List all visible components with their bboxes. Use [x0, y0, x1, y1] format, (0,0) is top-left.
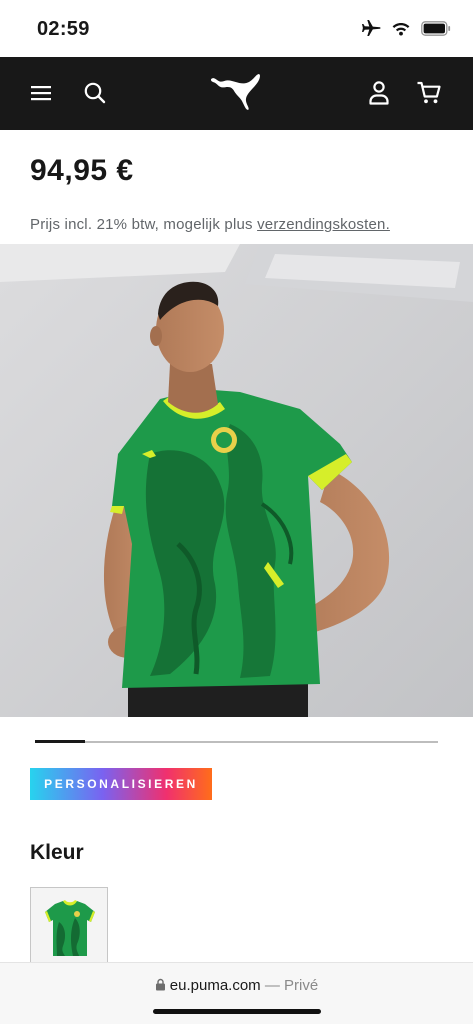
- search-button[interactable]: [81, 79, 109, 107]
- price-note: Prijs incl. 21% btw, mogelijk plus verze…: [30, 216, 390, 233]
- home-indicator[interactable]: [153, 1009, 321, 1014]
- lock-icon: [155, 978, 165, 991]
- shipping-costs-link[interactable]: verzendingskosten.: [257, 216, 390, 233]
- puma-logo-icon: [210, 73, 260, 110]
- url-separator: —: [264, 977, 280, 994]
- airplane-icon: [362, 20, 381, 36]
- status-icons: [361, 19, 451, 37]
- privacy-label: Privé: [284, 977, 319, 994]
- product-image[interactable]: [0, 244, 473, 717]
- cart-button[interactable]: [415, 79, 443, 107]
- product-price: 94,95 €: [30, 154, 134, 187]
- color-heading: Kleur: [30, 841, 84, 864]
- url-domain: eu.puma.com: [169, 977, 261, 994]
- cart-icon: [417, 81, 441, 104]
- account-button[interactable]: [365, 79, 393, 107]
- account-icon: [369, 81, 389, 105]
- jersey-thumbnail: [31, 888, 107, 968]
- browser-address-bar[interactable]: eu.puma.com — Privé: [0, 962, 473, 1024]
- color-swatch-green[interactable]: [30, 887, 108, 969]
- search-icon: [84, 82, 106, 104]
- price-note-text: Prijs incl. 21% btw, mogelijk plus: [30, 216, 253, 233]
- gallery-progress-track[interactable]: [35, 740, 438, 743]
- status-bar: 02:59: [0, 0, 473, 57]
- url-display[interactable]: eu.puma.com — Privé: [0, 977, 473, 994]
- top-navigation: [0, 57, 473, 130]
- battery-icon: [421, 20, 451, 36]
- wifi-icon: [392, 23, 410, 36]
- status-time: 02:59: [37, 18, 90, 40]
- personalize-button[interactable]: PERSONALISIEREN: [30, 768, 212, 800]
- menu-icon: [31, 86, 51, 101]
- product-photo: [0, 244, 473, 717]
- puma-logo[interactable]: [208, 71, 264, 115]
- gallery-progress-fill: [35, 740, 86, 743]
- menu-button[interactable]: [27, 79, 55, 107]
